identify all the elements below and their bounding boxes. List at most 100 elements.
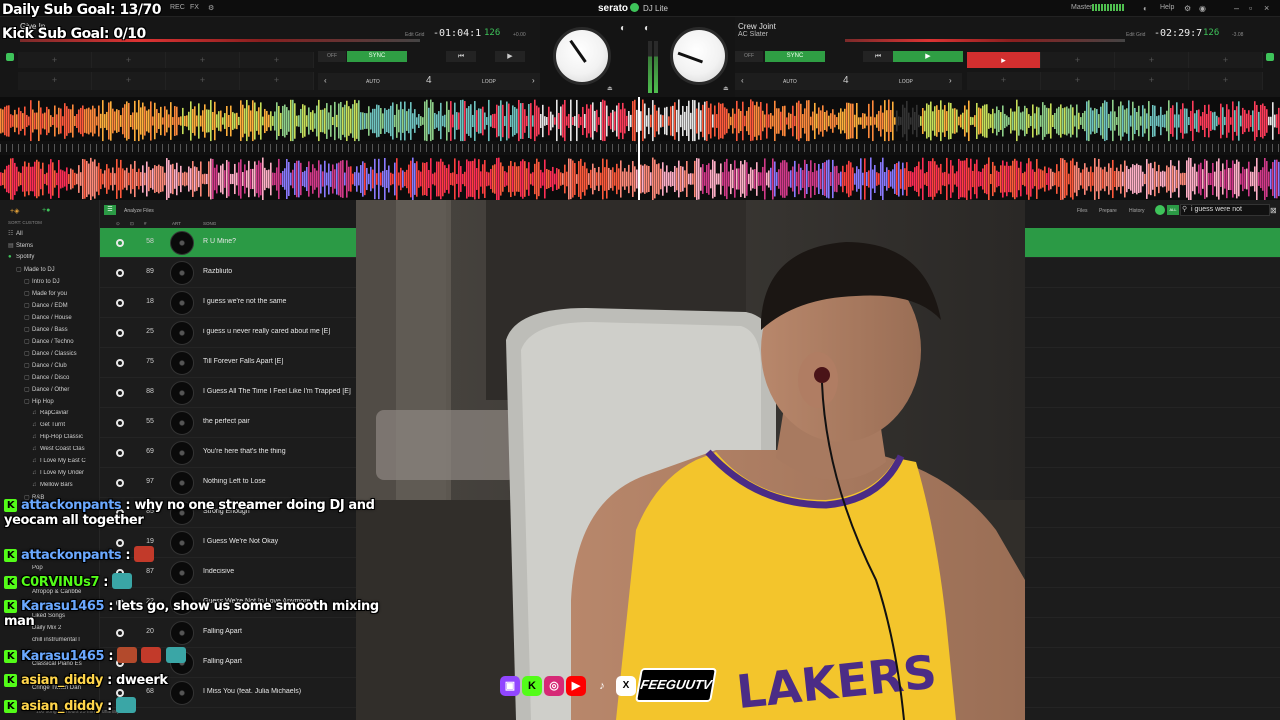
table-row-right[interactable] [1025, 408, 1280, 438]
table-row-right[interactable] [1025, 438, 1280, 468]
cue-pad-add[interactable]: + [166, 72, 240, 90]
col-song[interactable]: SONG [203, 221, 216, 226]
close-icon[interactable]: × [1264, 3, 1269, 13]
cue-pad-add[interactable]: + [1189, 72, 1263, 90]
chevron-left-icon[interactable]: ‹ [741, 76, 744, 85]
table-row-right[interactable] [1025, 258, 1280, 288]
table-row-right[interactable] [1025, 588, 1280, 618]
clear-search-icon[interactable]: ⊠ [1270, 206, 1277, 215]
deck-left-cue-pads-2: + + + + [18, 72, 314, 90]
deck-left-play-button[interactable]: ▶ [495, 51, 525, 62]
crate-item[interactable]: ● Spotify [8, 254, 104, 265]
crate-item[interactable]: ▤ Stems [8, 242, 104, 253]
table-row-right[interactable] [1025, 498, 1280, 528]
deck-right-auto[interactable]: AUTO [783, 79, 797, 85]
table-row[interactable]: 69 You're here that's the thing [100, 438, 356, 468]
deck-right-edit-grid[interactable]: Edit Grid [1126, 32, 1145, 38]
prepare-button[interactable]: Prepare [1099, 208, 1117, 214]
col-status-icon[interactable]: ⊙ [116, 221, 120, 227]
table-row[interactable]: 55 the perfect pair [100, 408, 356, 438]
deck-right-loop[interactable]: LOOP [899, 79, 913, 85]
deck-right-play-button[interactable]: ▶ [893, 51, 963, 62]
minimize-icon[interactable]: – [1234, 3, 1239, 13]
smart-crate-icon[interactable]: +● [42, 207, 50, 214]
table-row[interactable]: 18 I guess we're not the same [100, 288, 356, 318]
waveform-display[interactable] [0, 97, 1280, 200]
table-row[interactable]: 89 Razbliuto [100, 258, 356, 288]
table-row[interactable]: 75 Till Forever Falls Apart [E] [100, 348, 356, 378]
deck-right-cue-button[interactable]: ⏮ [863, 51, 893, 62]
cue-pad-add[interactable]: + [240, 52, 314, 68]
table-row-right[interactable] [1025, 678, 1280, 708]
account-icon[interactable]: ◉ [1199, 4, 1206, 13]
crate-add-icon[interactable]: +◈ [10, 207, 19, 215]
col-art[interactable]: ART [172, 221, 181, 226]
maximize-icon[interactable]: ▫ [1249, 3, 1252, 13]
cue-pad-add[interactable]: + [967, 72, 1041, 90]
cue-pad-add[interactable]: + [18, 52, 92, 68]
col-bpm[interactable]: # [144, 221, 147, 226]
settings-icon[interactable]: ⚙ [208, 4, 214, 12]
chat-username: Karasu1465 [21, 599, 105, 614]
table-row[interactable]: 25 i guess u never really cared about me … [100, 318, 356, 348]
deck-left-platter[interactable] [553, 27, 611, 85]
cue-pad-add[interactable]: + [92, 52, 166, 68]
deck-right-sync-button[interactable]: SYNC [765, 51, 825, 62]
table-row-right[interactable] [1025, 378, 1280, 408]
table-row-right[interactable] [1025, 558, 1280, 588]
status-icon [116, 359, 124, 367]
cue-pad-add[interactable]: + [1041, 52, 1115, 68]
chevron-right-icon[interactable]: › [532, 76, 535, 85]
cue-pad-add[interactable]: + [1115, 52, 1189, 68]
chevron-left-icon[interactable]: ‹ [324, 76, 327, 85]
fx-button[interactable]: FX [190, 4, 199, 11]
cue-pad-add[interactable]: + [1041, 72, 1115, 90]
crate-item[interactable]: ☷ All [8, 230, 104, 241]
table-row-right[interactable] [1025, 348, 1280, 378]
power-icon[interactable]: ◐ [1143, 4, 1148, 13]
table-row-right[interactable] [1025, 228, 1280, 258]
settings-gear-icon[interactable]: ⚙ [1184, 4, 1191, 13]
analyze-files-button[interactable]: Analyze Files [124, 208, 154, 214]
table-row[interactable]: 58 R U Mine? [100, 228, 356, 258]
list-view-icon[interactable]: ☰ [104, 205, 116, 215]
chevron-right-icon[interactable]: › [949, 76, 952, 85]
deck-right-overview[interactable] [845, 39, 1125, 42]
cue-pad-1[interactable]: ▸ [967, 52, 1041, 68]
all-filter-button[interactable]: ALL [1167, 205, 1179, 215]
rec-button[interactable]: REC [170, 4, 185, 11]
deck-left-sync-button[interactable]: SYNC [347, 51, 407, 62]
eject-left-icon[interactable]: ⏏ [607, 85, 613, 92]
crate-item[interactable]: ▢ Made to DJ [16, 266, 112, 277]
cue-pad-add[interactable]: + [166, 52, 240, 68]
table-row-right[interactable] [1025, 318, 1280, 348]
deck-left-auto[interactable]: AUTO [366, 79, 380, 85]
deck-left-edit-grid[interactable]: Edit Grid [405, 32, 424, 38]
table-row-right[interactable] [1025, 288, 1280, 318]
spotify-filter-icon[interactable] [1155, 205, 1165, 215]
cue-pad-add[interactable]: + [18, 72, 92, 90]
table-row[interactable]: 88 I Guess All The Time I Feel Like I'm T… [100, 378, 356, 408]
cue-pad-add[interactable]: + [1115, 72, 1189, 90]
deck-left-loop[interactable]: LOOP [482, 79, 496, 85]
cue-pad-add[interactable]: + [1189, 52, 1263, 68]
deck-left-cue-button[interactable]: ⏮ [446, 51, 476, 62]
cue-pad-add[interactable]: + [92, 72, 166, 90]
table-row-right[interactable] [1025, 648, 1280, 678]
history-button[interactable]: History [1129, 208, 1145, 214]
deck-left-sync-off[interactable]: OFF [318, 51, 346, 62]
search-input[interactable]: ⚲ i guess were not [1180, 204, 1270, 216]
main-waveforms[interactable] [0, 97, 1280, 200]
deck-right-sync-off[interactable]: OFF [735, 51, 763, 62]
table-row-right[interactable] [1025, 468, 1280, 498]
table-row[interactable]: 97 Nothing Left to Lose [100, 468, 356, 498]
row-bpm: 69 [146, 448, 154, 455]
help-button[interactable]: Help [1160, 4, 1174, 11]
table-row-right[interactable] [1025, 618, 1280, 648]
files-button[interactable]: Files [1077, 208, 1088, 214]
table-row-right[interactable] [1025, 528, 1280, 558]
cue-pad-add[interactable]: + [240, 72, 314, 90]
deck-right-platter[interactable] [670, 27, 728, 85]
col-lock-icon[interactable]: ⊡ [130, 221, 134, 227]
eject-right-icon[interactable]: ⏏ [723, 85, 729, 92]
